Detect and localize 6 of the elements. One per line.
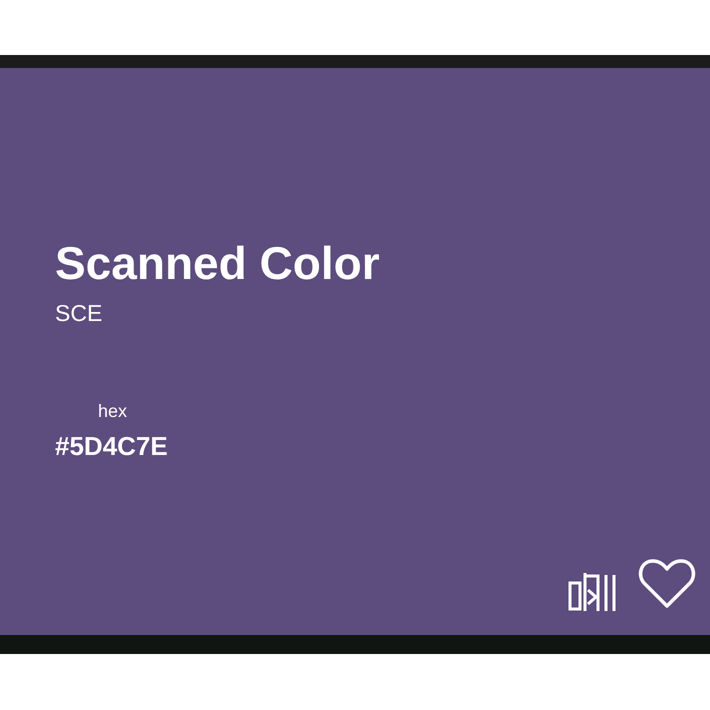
hex-label: hex [98,400,128,422]
color-name: Scanned Color [55,236,380,290]
heart-icon[interactable] [638,559,696,609]
glyph-icon[interactable] [568,571,618,613]
color-code: SCE [55,299,102,327]
hex-value: #5D4C7E [55,431,168,461]
